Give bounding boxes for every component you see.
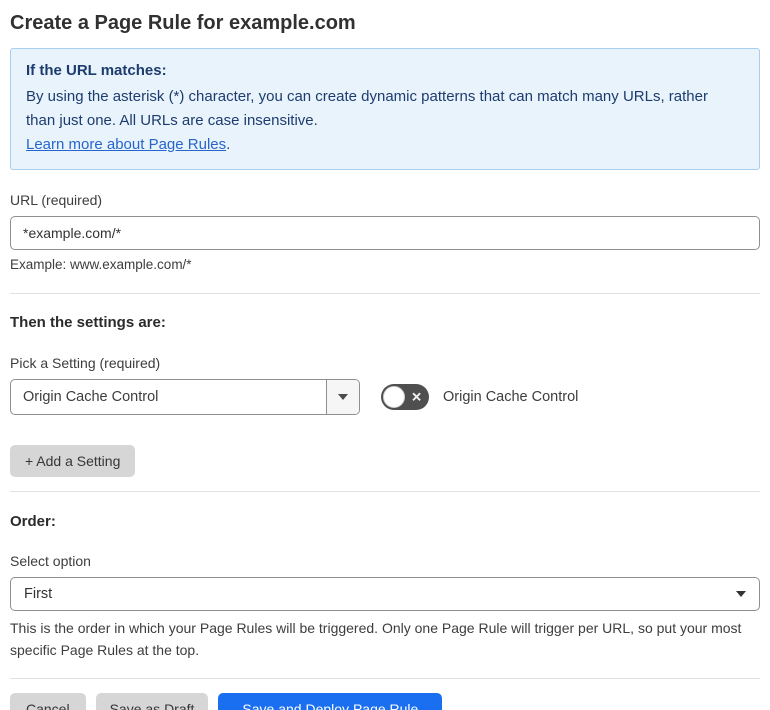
divider <box>10 491 760 492</box>
setting-select-value: Origin Cache Control <box>23 389 159 405</box>
cancel-button[interactable]: Cancel <box>10 693 86 710</box>
order-select-value: First <box>24 586 53 602</box>
setting-select-caret-button[interactable] <box>326 380 359 414</box>
url-input[interactable] <box>10 216 760 250</box>
url-label: URL (required) <box>10 192 103 208</box>
order-helper-text: This is the order in which your Page Rul… <box>10 620 742 658</box>
chevron-down-icon <box>736 591 746 597</box>
info-box-heading: If the URL matches: <box>26 62 167 79</box>
url-example-text: Example: www.example.com/* <box>10 257 192 272</box>
order-select-label: Select option <box>10 553 91 569</box>
settings-section-heading: Then the settings are: <box>10 314 166 331</box>
toggle-knob <box>383 386 405 408</box>
link-suffix: . <box>226 136 231 153</box>
page-title: Create a Page Rule for example.com <box>10 12 356 34</box>
setting-toggle[interactable]: ✕ <box>381 384 429 410</box>
url-match-info-box: If the URL matches: By using the asteris… <box>10 48 760 170</box>
order-select[interactable]: First <box>10 577 760 611</box>
save-draft-button[interactable]: Save as Draft <box>95 693 209 710</box>
setting-toggle-label: Origin Cache Control <box>443 389 579 405</box>
order-section-heading: Order: <box>10 513 56 530</box>
pick-setting-label: Pick a Setting (required) <box>10 355 161 371</box>
save-deploy-button[interactable]: Save and Deploy Page Rule <box>218 693 443 710</box>
info-box-body: By using the asterisk (*) character, you… <box>26 88 708 129</box>
info-box-link-line: Learn more about Page Rules. <box>26 133 744 157</box>
divider <box>10 678 760 679</box>
x-mark-icon: ✕ <box>411 389 422 405</box>
divider <box>10 293 760 294</box>
setting-row: Origin Cache Control ✕ Origin Cache Cont… <box>10 379 760 415</box>
add-setting-button[interactable]: + Add a Setting <box>10 445 136 477</box>
footer-actions: Cancel Save as Draft Save and Deploy Pag… <box>10 693 760 710</box>
setting-select[interactable]: Origin Cache Control <box>10 379 360 415</box>
chevron-down-icon <box>338 394 348 400</box>
learn-more-link[interactable]: Learn more about Page Rules <box>26 136 226 153</box>
